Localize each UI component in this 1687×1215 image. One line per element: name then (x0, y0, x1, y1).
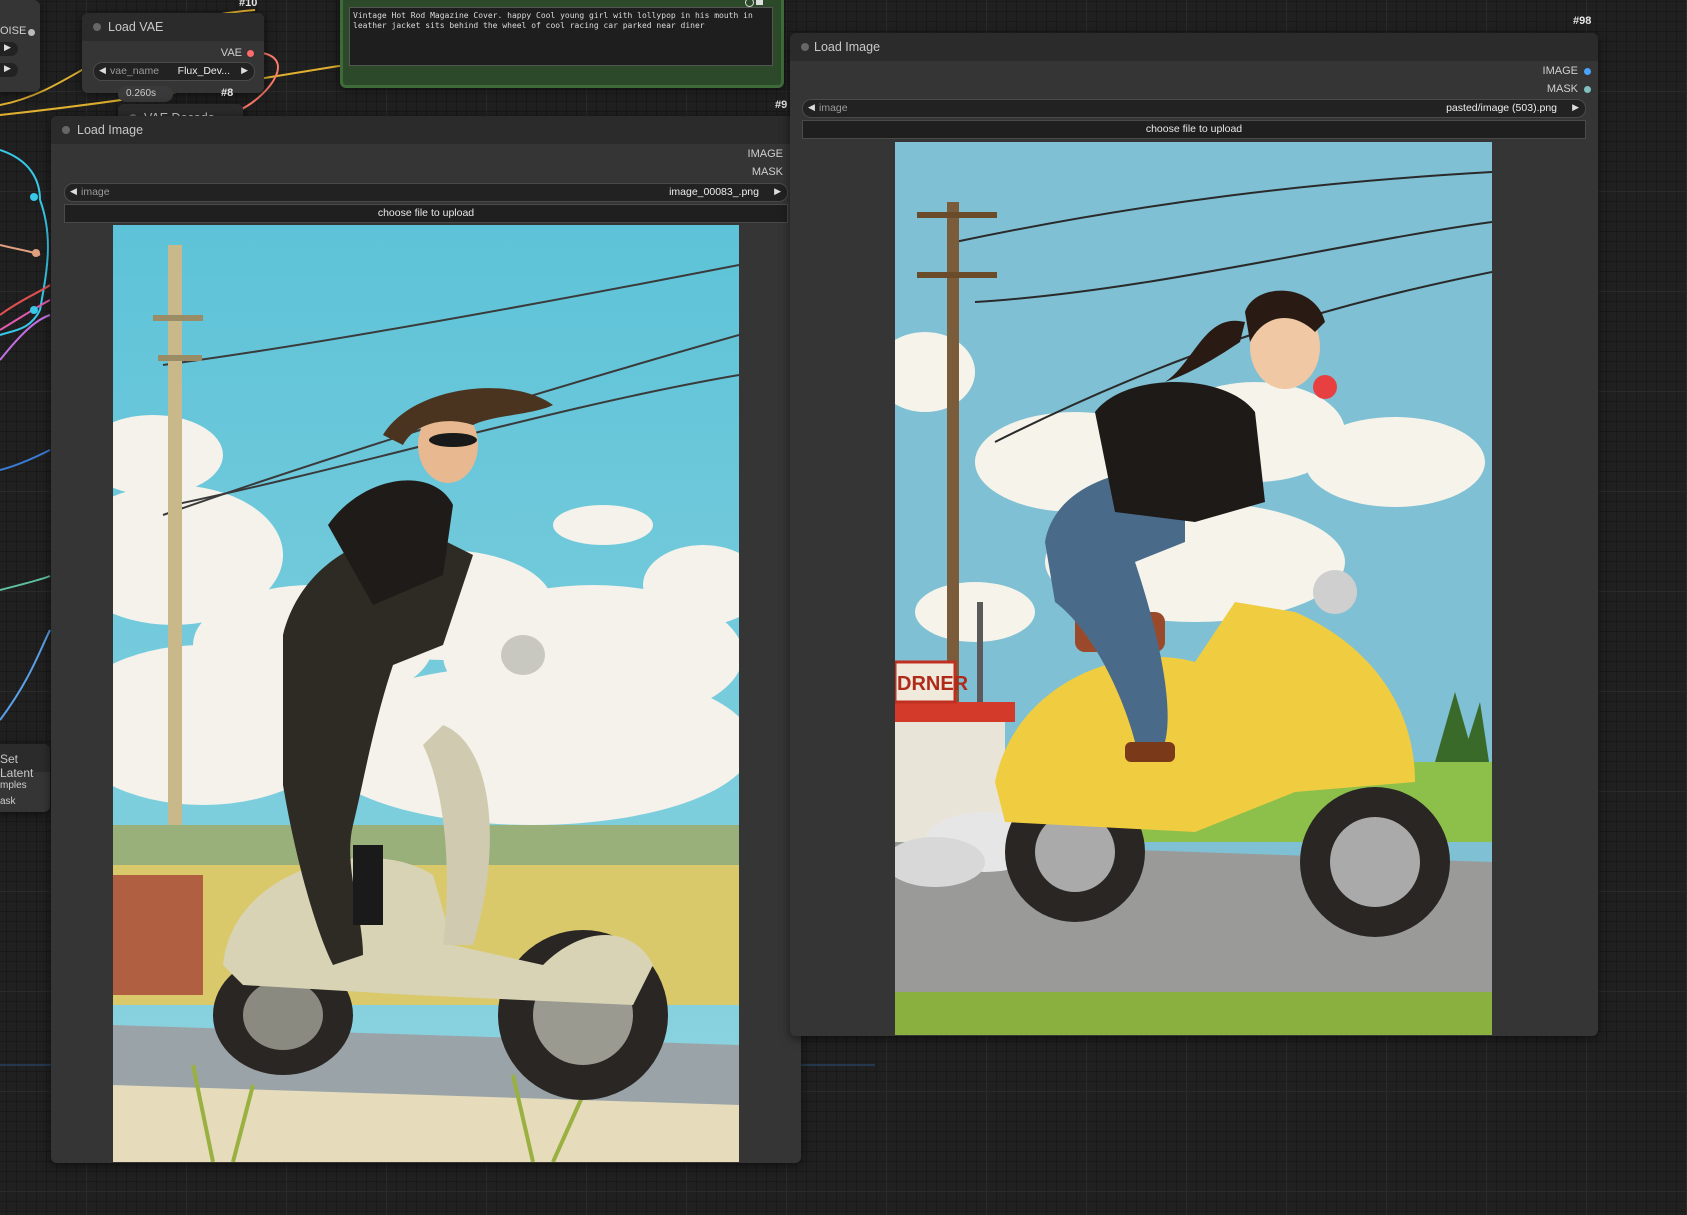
sampler-node-partial[interactable]: OISE ▶ ▶ (0, 0, 40, 92)
mask-input-label: ask (0, 796, 16, 807)
combo-value: Flux_Dev... (177, 65, 230, 77)
scooter-woman-illustration (113, 225, 739, 1162)
collapse-dot-icon[interactable] (62, 126, 70, 134)
noise-label: OISE (0, 25, 27, 37)
load-image-node-right[interactable]: Load Image IMAGE MASK ◀ image pasted/ima… (790, 33, 1598, 1036)
collapse-dot-icon[interactable] (93, 23, 101, 31)
arrow-right-icon: ▶ (4, 63, 11, 73)
image-combo[interactable]: ◀ image image_00083_.png ▶ (64, 183, 788, 202)
node-title: Load Image (814, 40, 881, 54)
node-title: Load Image (77, 123, 144, 137)
vae-output-label: VAE (220, 47, 242, 59)
arrow-right-icon[interactable]: ▶ (1572, 102, 1579, 113)
collapse-dot-icon[interactable] (801, 43, 809, 51)
node-title-bar[interactable]: Set Latent (0, 744, 50, 780)
diner-sign: DRNER (897, 673, 969, 695)
image-output-label: IMAGE (747, 148, 783, 160)
samples-input-label: mples (0, 780, 27, 791)
arrow-left-icon[interactable]: ◀ (99, 65, 106, 76)
combo-name: image (81, 186, 110, 198)
prompt-text-node[interactable]: Vintage Hot Rod Magazine Cover. happy Co… (340, 0, 784, 88)
mask-output-slot[interactable] (1584, 86, 1591, 93)
load-vae-node[interactable]: Load VAE VAE ◀ vae_name Flux_Dev... ▶ (82, 13, 264, 93)
image-output-label: IMAGE (1542, 65, 1578, 77)
checkbox-icon[interactable] (745, 0, 754, 7)
arrow-left-icon[interactable]: ◀ (808, 102, 815, 113)
arrow-right-icon: ▶ (4, 42, 11, 52)
toggle-icons[interactable] (743, 0, 773, 7)
combo-arrow-button[interactable]: ▶ (0, 63, 18, 77)
prompt-text: Vintage Hot Rod Magazine Cover. happy Co… (353, 11, 753, 30)
vae-name-combo[interactable]: ◀ vae_name Flux_Dev... ▶ (93, 62, 255, 81)
mask-output-label: MASK (751, 166, 783, 178)
timing-text: 0.260s (126, 88, 157, 99)
image-combo[interactable]: ◀ image pasted/image (503).png ▶ (802, 99, 1586, 118)
combo-name: vae_name (110, 65, 160, 77)
node-title: Set Latent (0, 752, 34, 780)
combo-value: pasted/image (503).png (1446, 102, 1557, 114)
mask-output-label: MASK (1546, 83, 1578, 95)
choose-file-button[interactable]: choose file to upload (802, 120, 1586, 139)
node-id: #10 (239, 0, 258, 9)
execution-time-badge: 0.260s (118, 86, 173, 102)
combo-name: image (819, 102, 848, 114)
combo-value: image_00083_.png (669, 186, 759, 198)
arrow-right-icon[interactable]: ▶ (774, 186, 781, 197)
node-title-bar[interactable]: Load Image (790, 33, 1598, 61)
prompt-textarea[interactable]: Vintage Hot Rod Magazine Cover. happy Co… (349, 7, 773, 66)
arrow-left-icon[interactable]: ◀ (70, 186, 77, 197)
node-title: Load VAE (108, 20, 164, 34)
image-preview: DRNER (895, 142, 1492, 1035)
image-preview (113, 225, 739, 1162)
scooter-girl-illustration: DRNER (895, 142, 1492, 1035)
node-title-bar[interactable]: Load VAE (82, 13, 264, 41)
arrow-right-icon[interactable]: ▶ (241, 65, 248, 76)
node-id: #9 (775, 99, 788, 111)
choose-file-button[interactable]: choose file to upload (64, 204, 788, 223)
node-title-bar[interactable]: Load Image (51, 116, 801, 144)
load-image-node-left[interactable]: Load Image IMAGE MASK ◀ image image_0008… (51, 116, 801, 1163)
image-output-slot[interactable] (1584, 68, 1591, 75)
check-icon[interactable] (756, 0, 763, 5)
set-latent-node-partial[interactable]: Set Latent mples ask (0, 744, 50, 812)
node-id: #8 (221, 87, 234, 99)
combo-arrow-button[interactable]: ▶ (0, 42, 18, 56)
noise-slot[interactable] (28, 29, 35, 36)
node-id: #98 (1573, 15, 1592, 27)
vae-output-slot[interactable] (247, 50, 254, 57)
